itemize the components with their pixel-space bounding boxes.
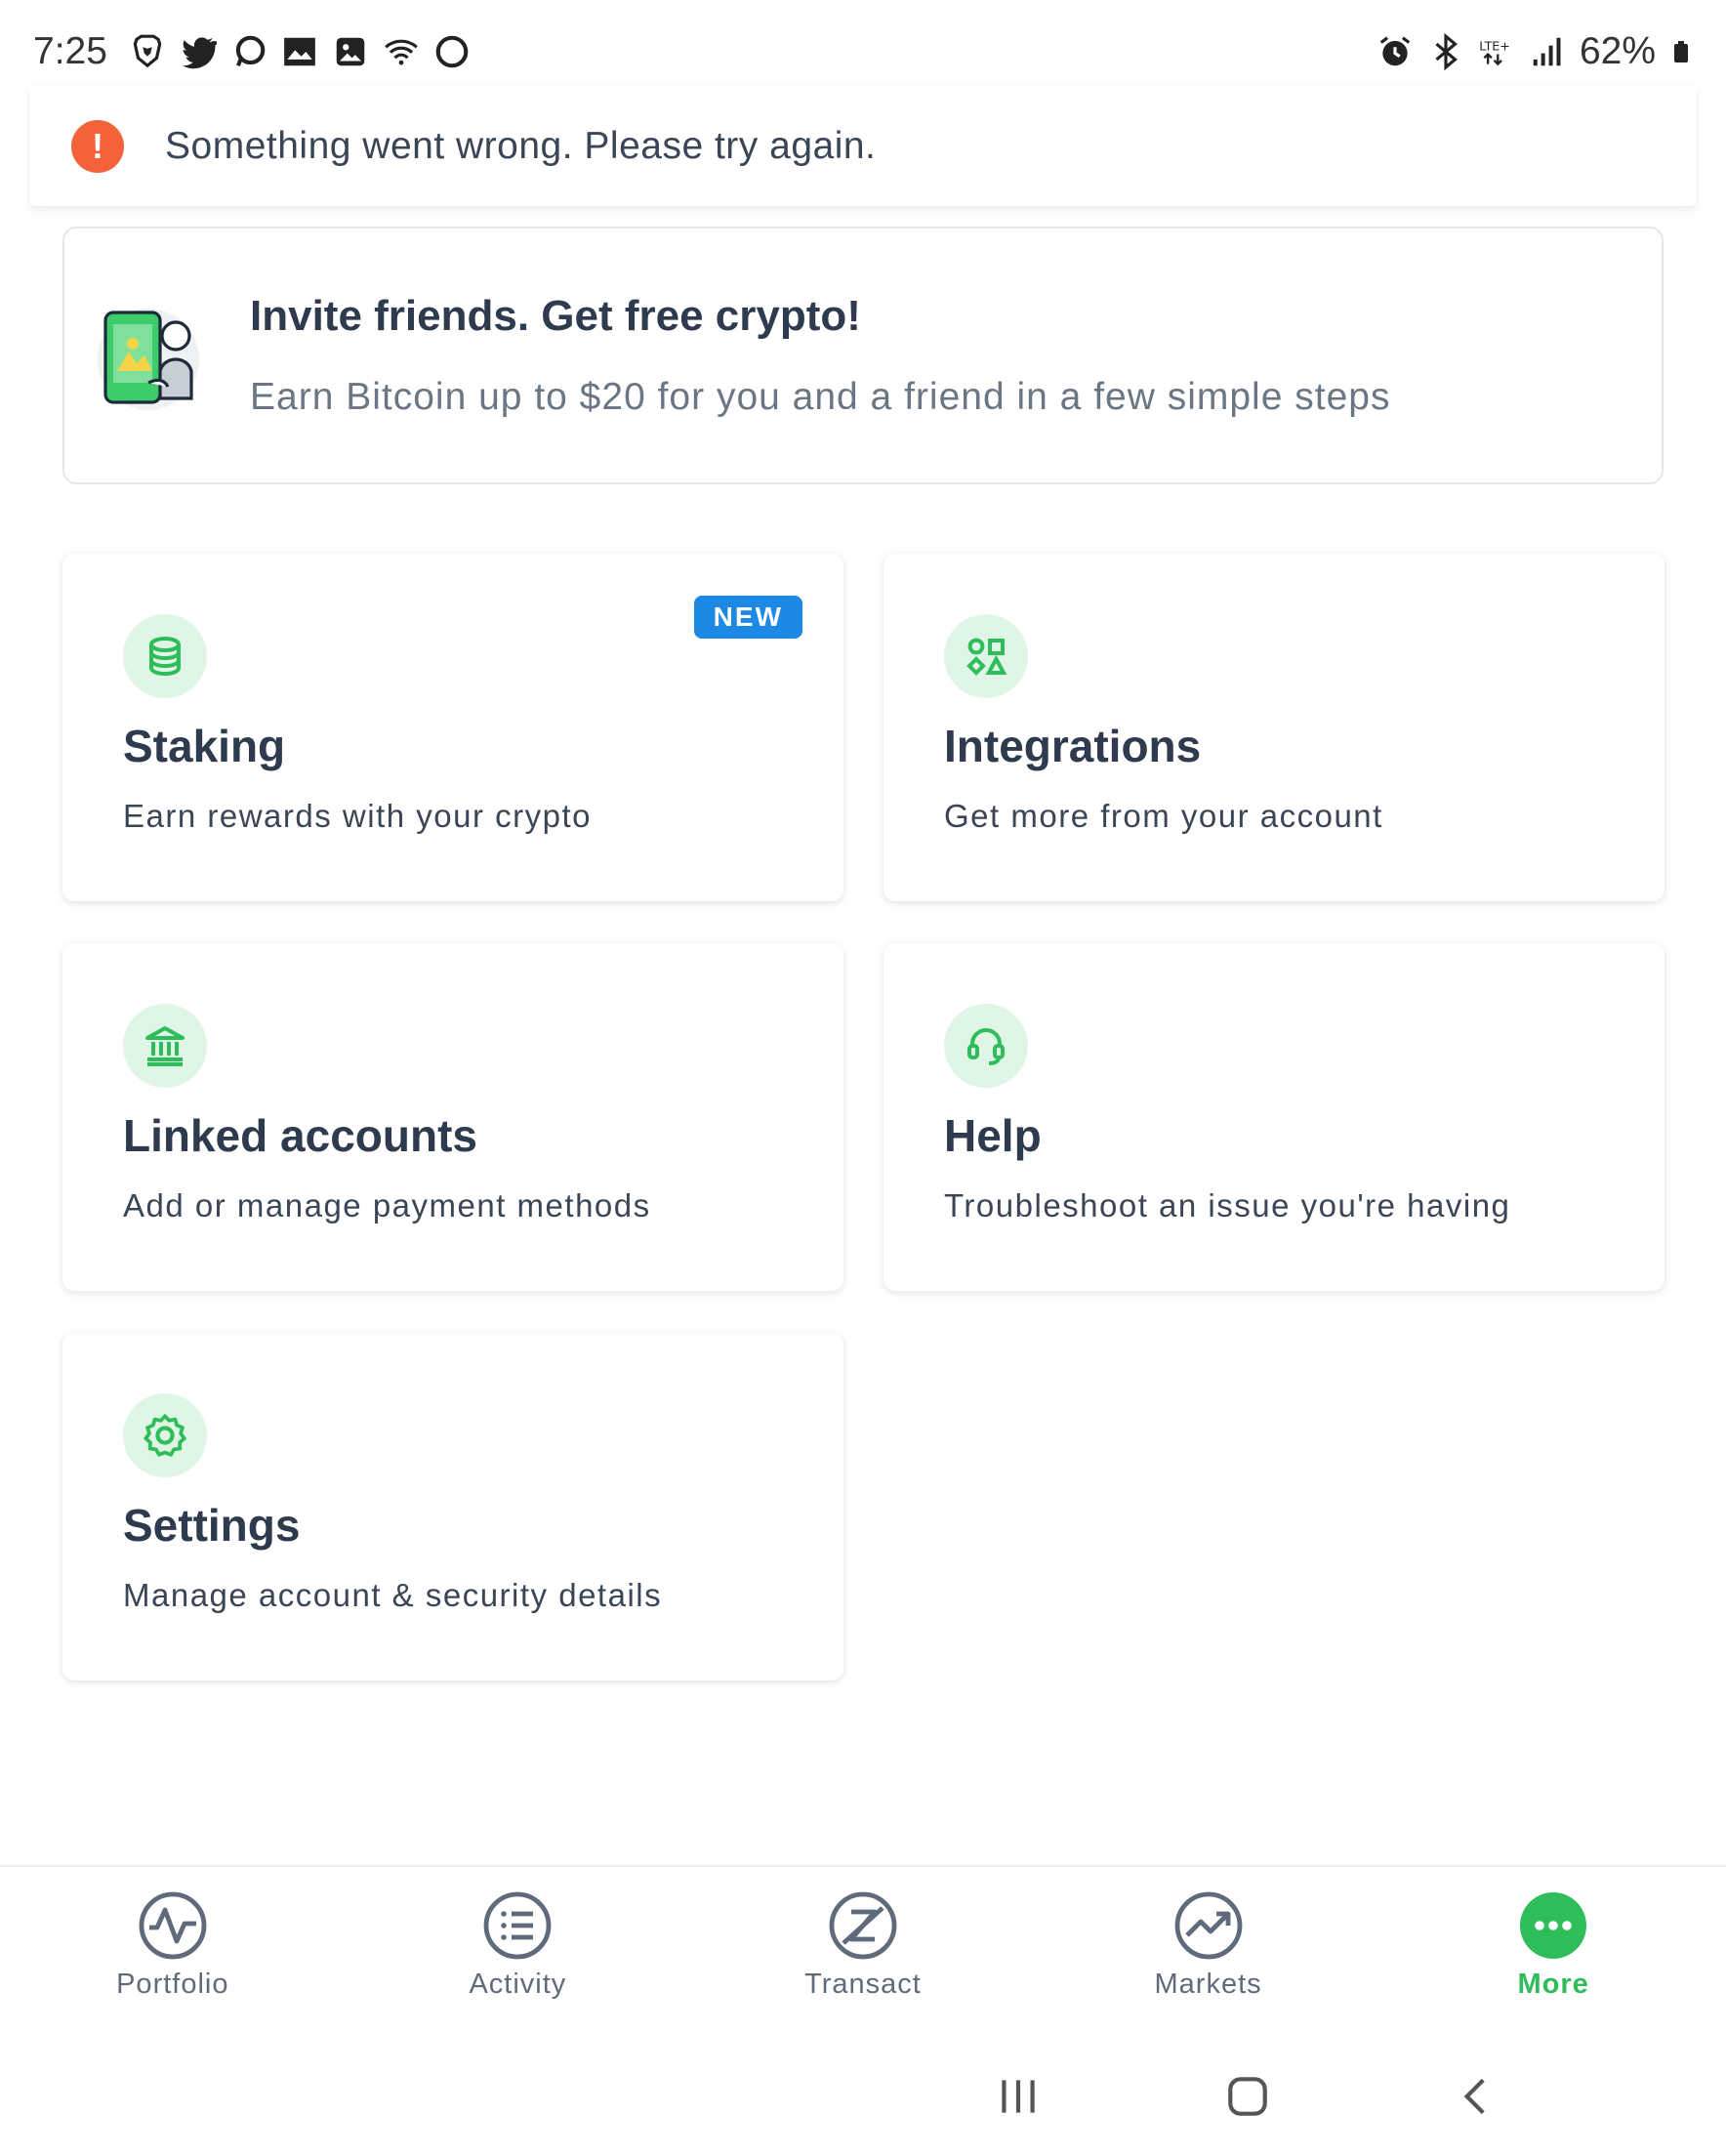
invite-title: Invite friends. Get free crypto! bbox=[250, 292, 861, 340]
new-badge: NEW bbox=[693, 596, 802, 639]
nav-transact[interactable]: Transact bbox=[690, 1867, 1036, 2021]
toast-message: Something went wrong. Please try again. bbox=[165, 124, 877, 167]
alert-icon: ! bbox=[71, 119, 124, 173]
invite-card[interactable]: Invite friends. Get free crypto! Earn Bi… bbox=[62, 227, 1664, 484]
back-button[interactable] bbox=[1443, 2062, 1511, 2131]
invite-subtitle: Earn Bitcoin up to $20 for you and a fri… bbox=[250, 376, 1391, 418]
bottom-nav: Portfolio Activity Transact Markets More bbox=[0, 1865, 1726, 2021]
status-time: 7:25 bbox=[33, 29, 107, 72]
nav-activity[interactable]: Activity bbox=[346, 1867, 691, 2021]
tile-title: Help bbox=[944, 1110, 1042, 1161]
nav-label: Transact bbox=[804, 1969, 922, 2000]
transact-icon bbox=[829, 1891, 897, 1960]
gallery-icon bbox=[284, 37, 315, 65]
nav-label: Portfolio bbox=[116, 1969, 229, 2000]
nav-label: More bbox=[1517, 1969, 1589, 2000]
gear-icon bbox=[123, 1393, 207, 1477]
nav-markets[interactable]: Markets bbox=[1036, 1867, 1381, 2021]
portfolio-icon bbox=[139, 1891, 207, 1960]
tile-subtitle: Earn rewards with your crypto bbox=[123, 798, 592, 834]
shapes-icon bbox=[944, 614, 1028, 698]
tile-subtitle: Manage account & security details bbox=[123, 1577, 663, 1613]
tile-title: Settings bbox=[123, 1500, 301, 1551]
home-button[interactable] bbox=[1213, 2062, 1282, 2131]
recent-apps-icon bbox=[1002, 2080, 1035, 2113]
brave-icon bbox=[133, 34, 162, 67]
recent-apps-button[interactable] bbox=[984, 2062, 1052, 2131]
database-icon bbox=[123, 614, 207, 698]
nav-label: Activity bbox=[469, 1969, 567, 2000]
back-icon bbox=[1463, 2078, 1485, 2115]
activity-icon bbox=[483, 1891, 552, 1960]
tile-subtitle: Add or manage payment methods bbox=[123, 1187, 651, 1223]
tile-settings[interactable]: Settings Manage account & security detai… bbox=[62, 1333, 843, 1680]
chat-icon bbox=[235, 35, 266, 66]
nav-more[interactable]: More bbox=[1380, 1867, 1726, 2021]
image-icon bbox=[336, 37, 365, 65]
error-toast: ! Something went wrong. Please try again… bbox=[30, 86, 1696, 206]
tile-title: Linked accounts bbox=[123, 1110, 477, 1161]
bank-icon bbox=[123, 1004, 207, 1088]
markets-icon bbox=[1174, 1891, 1242, 1960]
battery-percent: 62% bbox=[1579, 29, 1656, 72]
nav-portfolio[interactable]: Portfolio bbox=[0, 1867, 346, 2021]
more-icon bbox=[1520, 1892, 1587, 1959]
tile-title: Integrations bbox=[944, 721, 1202, 771]
tile-integrations[interactable]: Integrations Get more from your account bbox=[884, 554, 1664, 901]
system-nav-bar bbox=[0, 2041, 1726, 2156]
signal-icon bbox=[1533, 37, 1561, 65]
status-right: LTE+ 62% bbox=[1377, 30, 1693, 73]
alarm-icon bbox=[1379, 35, 1411, 65]
tile-staking[interactable]: NEW Staking Earn rewards with your crypt… bbox=[62, 554, 843, 901]
bluetooth-icon bbox=[1435, 32, 1458, 70]
tile-help[interactable]: Help Troubleshoot an issue you're having bbox=[884, 943, 1664, 1291]
nav-label: Markets bbox=[1154, 1969, 1262, 2000]
twitter-icon bbox=[183, 36, 217, 68]
tile-linked-accounts[interactable]: Linked accounts Add or manage payment me… bbox=[62, 943, 843, 1291]
invite-illustration bbox=[98, 309, 199, 410]
battery-icon bbox=[1674, 40, 1688, 62]
home-icon bbox=[1228, 2077, 1267, 2116]
status-left: 7:25 bbox=[33, 30, 471, 73]
lte-icon: LTE+ bbox=[1479, 38, 1510, 65]
circle-icon bbox=[435, 35, 469, 67]
invite-text: Invite friends. Get free crypto! Earn Bi… bbox=[250, 292, 1390, 419]
headset-icon bbox=[944, 1004, 1028, 1088]
svg-text:LTE+: LTE+ bbox=[1479, 38, 1510, 53]
tile-title: Staking bbox=[123, 721, 286, 771]
wifi-icon bbox=[385, 39, 418, 64]
tile-subtitle: Troubleshoot an issue you're having bbox=[944, 1187, 1511, 1223]
tile-subtitle: Get more from your account bbox=[944, 798, 1383, 834]
